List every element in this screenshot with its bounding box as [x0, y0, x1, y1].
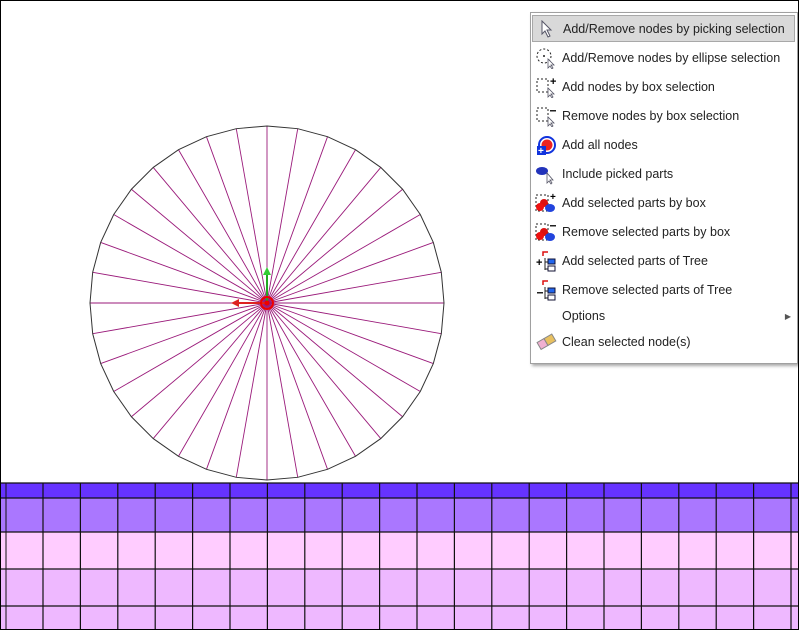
- tree-add-icon: +: [532, 250, 560, 272]
- menu-item-add-all-nodes[interactable]: + Add all nodes: [532, 131, 795, 158]
- menu-item-clean-selected-node-s[interactable]: Clean selected node(s): [532, 328, 795, 355]
- svg-text:+: +: [550, 76, 556, 88]
- menu-item-label: Add selected parts of Tree: [562, 253, 708, 268]
- svg-text:+: +: [538, 146, 544, 156]
- menu-item-label: Options: [562, 309, 606, 323]
- menu-item-remove-selected-parts-of-tree[interactable]: Remove selected parts of Tree: [532, 276, 795, 303]
- menu-item-label: Add/Remove nodes by picking selection: [563, 21, 785, 36]
- menu-item-remove-selected-parts-by-box[interactable]: Remove selected parts by box: [532, 218, 795, 245]
- menu-icon-placeholder: [532, 305, 560, 327]
- menu-item-label: Add selected parts by box: [562, 195, 706, 210]
- axis-triad-icon: [231, 267, 274, 310]
- tree-remove-icon: [532, 279, 560, 301]
- cursor-arrow-icon: [533, 18, 561, 40]
- box-select-add-icon: +: [532, 76, 560, 98]
- menu-item-label: Remove selected parts by box: [562, 224, 731, 239]
- menu-item-include-picked-parts[interactable]: Include picked parts: [532, 160, 795, 187]
- menu-item-add-selected-parts-by-box[interactable]: + Add selected parts by box: [532, 189, 795, 216]
- menu-item-label: Remove nodes by box selection: [562, 108, 740, 123]
- menu-item-label: Add/Remove nodes by ellipse selection: [562, 50, 781, 65]
- svg-text:+: +: [536, 257, 542, 269]
- menu-item-label: Remove selected parts of Tree: [562, 282, 733, 297]
- svg-text:+: +: [550, 192, 556, 203]
- menu-item-label: Add nodes by box selection: [562, 79, 715, 94]
- menu-item-label: Include picked parts: [562, 166, 674, 181]
- ellipse-select-icon: [532, 47, 560, 69]
- menu-item-options[interactable]: Options ▶: [532, 305, 795, 327]
- menu-item-add-remove-nodes-by-picking-selection[interactable]: Add/Remove nodes by picking selection: [532, 15, 795, 42]
- context-menu: Add/Remove nodes by picking selection Add…: [530, 12, 798, 364]
- pick-part-icon: [532, 163, 560, 185]
- eraser-icon: [532, 331, 560, 353]
- menu-item-add-remove-nodes-by-ellipse-selection[interactable]: Add/Remove nodes by ellipse selection: [532, 44, 795, 71]
- menu-item-remove-nodes-by-box-selection[interactable]: Remove nodes by box selection: [532, 102, 795, 129]
- menu-item-add-nodes-by-box-selection[interactable]: + Add nodes by box selection: [532, 73, 795, 100]
- menu-item-label: Add all nodes: [562, 137, 638, 152]
- add-all-nodes-icon: +: [532, 134, 560, 156]
- parts-box-add-icon: +: [532, 192, 560, 214]
- box-select-remove-icon: [532, 105, 560, 127]
- menu-item-label: Clean selected node(s): [562, 334, 691, 349]
- submenu-arrow-icon: ▶: [784, 311, 791, 321]
- mesh-block: [1, 482, 798, 629]
- menu-item-add-selected-parts-of-tree[interactable]: + Add selected parts of Tree: [532, 247, 795, 274]
- parts-box-remove-icon: [532, 221, 560, 243]
